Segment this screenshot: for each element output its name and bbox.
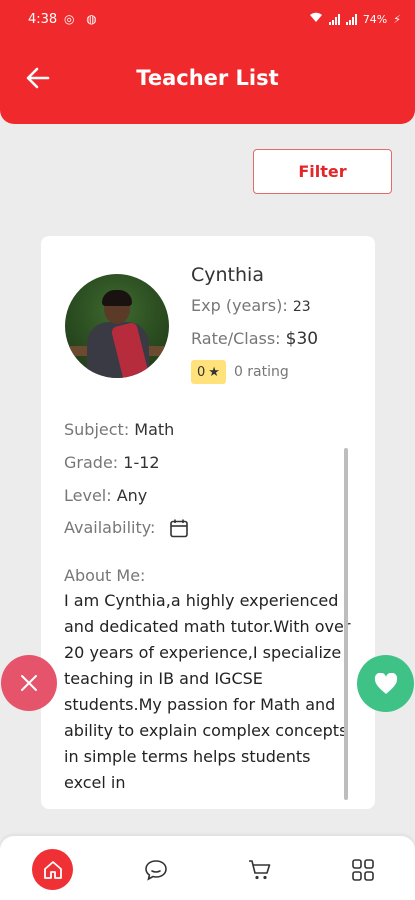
page-title: Teacher List (136, 66, 279, 90)
notification-icons: ◎ ◍ (64, 12, 101, 26)
card-scrollbar[interactable] (344, 448, 348, 800)
status-bar: 4:38 ◎ ◍ 74% ⚡ (0, 10, 415, 32)
filter-button[interactable]: Filter (253, 149, 392, 194)
teacher-rate: Rate/Class: $30 (191, 329, 318, 349)
grade-value: 1-12 (123, 453, 160, 472)
status-right: 74% ⚡ (309, 12, 401, 26)
reject-button[interactable] (1, 655, 57, 711)
availability-label: Availability: (64, 518, 156, 537)
exp-label: Exp (years): (191, 296, 288, 315)
availability-row: Availability: (64, 518, 155, 537)
home-icon (43, 860, 62, 879)
heart-icon (374, 672, 397, 694)
grade-row: Grade: 1-12 (64, 453, 160, 472)
rating-badge: 0 ★ (191, 360, 226, 384)
subject-label: Subject: (64, 420, 130, 439)
level-row: Level: Any (64, 486, 147, 505)
nav-home[interactable] (32, 849, 73, 890)
rate-value: $30 (285, 329, 319, 349)
signal-icon-2 (345, 13, 357, 25)
grade-label: Grade: (64, 453, 119, 472)
cart-icon (249, 860, 271, 880)
close-icon (21, 675, 37, 691)
rating-count: 0 rating (233, 364, 289, 380)
app-header: 4:38 ◎ ◍ 74% ⚡ Teacher List (0, 0, 415, 124)
signal-icon (328, 13, 340, 25)
rating-row: 0 ★ 0 rating (191, 360, 289, 384)
rate-label: Rate/Class: (191, 329, 281, 348)
nav-cart[interactable] (240, 850, 280, 890)
wifi-icon (309, 12, 323, 26)
rating-value: 0 (197, 364, 206, 380)
subject-value: Math (134, 420, 175, 439)
about-text: I am Cynthia,a highly experienced and de… (64, 591, 351, 792)
subject-row: Subject: Math (64, 420, 174, 439)
like-button[interactable] (357, 655, 414, 712)
teacher-card[interactable]: Cynthia Exp (years): 23 Rate/Class: $30 … (41, 236, 375, 809)
about-label: About Me: (64, 566, 146, 585)
status-time: 4:38 (28, 12, 58, 27)
calendar-icon[interactable] (169, 518, 189, 538)
teacher-experience: Exp (years): 23 (191, 296, 311, 315)
teacher-name: Cynthia (191, 264, 264, 286)
teacher-avatar (65, 274, 169, 378)
bottom-navigation (0, 836, 415, 900)
exp-value: 23 (292, 299, 311, 315)
grid-icon (352, 859, 374, 881)
nav-chat[interactable] (136, 850, 176, 890)
star-icon: ★ (208, 364, 220, 380)
level-value: Any (116, 486, 148, 505)
charging-icon: ⚡ (393, 12, 401, 26)
nav-menu[interactable] (343, 850, 383, 890)
battery-level: 74% (362, 12, 388, 26)
level-label: Level: (64, 486, 112, 505)
chat-icon (145, 860, 167, 881)
